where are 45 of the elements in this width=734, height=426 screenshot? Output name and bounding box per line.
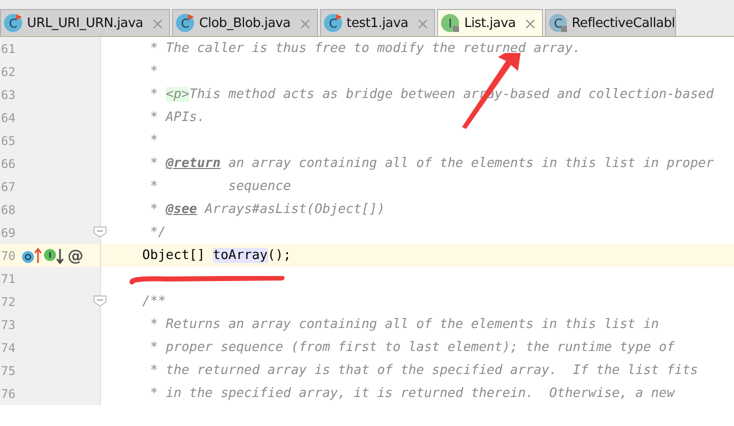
line-number: 62 — [0, 64, 16, 78]
file-tab[interactable]: I List.java × — [437, 9, 543, 36]
line-number: 66 — [0, 156, 16, 170]
line-number: 61 — [0, 42, 16, 56]
implemented-down-arrow-icon[interactable] — [43, 246, 66, 264]
file-type-icon: C — [322, 13, 343, 33]
code-line: * the returned array is that of the specified array. If the list fits — [149, 362, 699, 380]
code-line: * proper sequence (from first to last element); the runtime type of — [149, 339, 676, 357]
code-line: /** — [141, 293, 167, 311]
file-tab[interactable]: C URL_URI_URN.java × — [0, 9, 170, 36]
file-tab[interactable]: C Clob_Blob.java × — [172, 9, 318, 36]
overrides-up-arrow-icon[interactable] — [21, 246, 44, 264]
code-line: */ — [149, 224, 167, 242]
file-tab[interactable]: C test1.java × — [320, 9, 436, 36]
code-line: * Returns an array containing all of the elements in this list in — [149, 316, 660, 334]
file-type-icon: C — [548, 13, 568, 33]
file-type-icon: C — [175, 13, 196, 33]
file-type-icon: I — [440, 13, 460, 33]
file-type-icon: C — [3, 13, 23, 33]
line-number: 65 — [0, 134, 16, 148]
annotation-icon[interactable]: @ — [67, 246, 84, 265]
code-line: * — [149, 63, 159, 81]
line-number: 67 — [0, 180, 16, 194]
fold-icon[interactable] — [93, 295, 107, 307]
code-line: * in the specified array, it is returned therein. Otherwise, a new — [149, 385, 676, 403]
file-tab[interactable]: C ReflectiveCallabl — [544, 9, 676, 36]
code-line: * sequence — [149, 178, 292, 196]
line-number: 70 — [0, 248, 16, 262]
line-number: 64 — [0, 110, 16, 124]
line-number: 74 — [0, 340, 16, 354]
line-number: 75 — [0, 364, 16, 378]
code-line: * APIs. — [149, 109, 206, 127]
line-number: 68 — [0, 202, 16, 216]
code-line: * @return an array containing all of the elements in this list in proper — [149, 155, 715, 173]
code-line: * @see Arrays#asList(Object[]) — [149, 201, 386, 219]
line-number: 71 — [0, 272, 16, 286]
line-number: 72 — [0, 294, 16, 308]
line-number: 73 — [0, 318, 16, 332]
line-number: 76 — [0, 386, 16, 400]
line-number: 69 — [0, 226, 16, 240]
code-line: * The caller is thus free to modify the returned array. — [149, 40, 582, 58]
line-number: 63 — [0, 88, 16, 102]
code-line: * — [149, 132, 159, 150]
code-line: Object[] toArray(); — [141, 247, 292, 265]
fold-icon[interactable] — [93, 226, 107, 238]
